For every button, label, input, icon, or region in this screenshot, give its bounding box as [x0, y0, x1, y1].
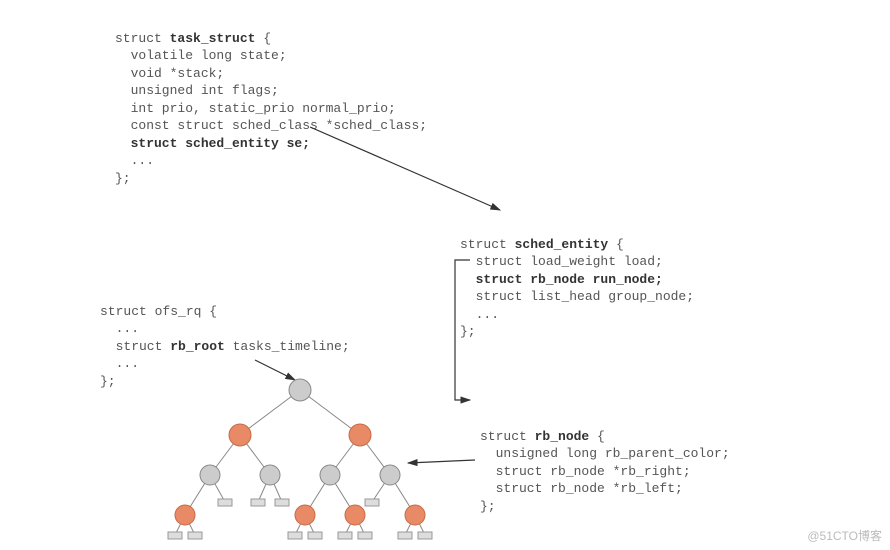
line: struct list_head group_node;: [460, 289, 694, 304]
tree-node: [260, 465, 280, 485]
ofs-rq-code: struct ofs_rq { ... struct rb_root tasks…: [100, 285, 350, 390]
line: ...: [100, 356, 139, 371]
brace: {: [608, 237, 624, 252]
nil-leaf: [288, 532, 302, 539]
nil-leaf: [188, 532, 202, 539]
line: };: [460, 324, 476, 339]
line: struct rb_node *rb_left;: [480, 481, 683, 496]
line: ...: [100, 321, 139, 336]
line: const struct sched_class *sched_class;: [115, 118, 427, 133]
tree-node: [295, 505, 315, 525]
line: struct rb_node *rb_right;: [480, 464, 691, 479]
line: struct ofs_rq {: [100, 304, 217, 319]
line: struct load_weight load;: [460, 254, 663, 269]
rb-tree: [168, 379, 432, 539]
line: void *stack;: [115, 66, 224, 81]
line: volatile long state;: [115, 48, 287, 63]
nil-leaf: [338, 532, 352, 539]
kw: struct: [460, 237, 515, 252]
arrow-rbnode-to-tree: [408, 460, 475, 463]
nil-leaf: [168, 532, 182, 539]
kw: struct: [480, 429, 535, 444]
tree-edges: [175, 390, 425, 535]
tree-node: [345, 505, 365, 525]
nil-leaf: [251, 499, 265, 506]
nil-leaf: [275, 499, 289, 506]
line: };: [480, 499, 496, 514]
tree-node: [405, 505, 425, 525]
watermark-text: @51CTO博客: [807, 528, 882, 544]
line: unsigned int flags;: [115, 83, 279, 98]
line: };: [115, 171, 131, 186]
tree-node: [320, 465, 340, 485]
brace: {: [255, 31, 271, 46]
nil-leaf: [365, 499, 379, 506]
line: int prio, static_prio normal_prio;: [115, 101, 396, 116]
sched-entity-name: sched_entity: [515, 237, 609, 252]
line-se: struct sched_entity se;: [115, 136, 310, 151]
nil-leaf: [398, 532, 412, 539]
rb-node-name: rb_node: [535, 429, 590, 444]
task-struct-name: task_struct: [170, 31, 256, 46]
brace: {: [589, 429, 605, 444]
line-rbnode: struct rb_node run_node;: [460, 272, 663, 287]
tree-node: [175, 505, 195, 525]
rest: tasks_timeline;: [225, 339, 350, 354]
line: ...: [115, 153, 154, 168]
nil-leaf: [218, 499, 232, 506]
nil-leaf: [308, 532, 322, 539]
tree-node: [200, 465, 220, 485]
kw: struct: [100, 339, 170, 354]
tree-node: [229, 424, 251, 446]
line: unsigned long rb_parent_color;: [480, 446, 730, 461]
kw: struct: [115, 31, 170, 46]
rb-node-code: struct rb_node { unsigned long rb_parent…: [480, 410, 730, 515]
task-struct-code: struct task_struct { volatile long state…: [115, 12, 427, 187]
tree-node: [349, 424, 371, 446]
line: ...: [460, 307, 499, 322]
nil-leaf: [418, 532, 432, 539]
sched-entity-code: struct sched_entity { struct load_weight…: [460, 218, 694, 341]
tree-node: [380, 465, 400, 485]
rb-root-name: rb_root: [170, 339, 225, 354]
line: };: [100, 374, 116, 389]
nil-leaf: [358, 532, 372, 539]
